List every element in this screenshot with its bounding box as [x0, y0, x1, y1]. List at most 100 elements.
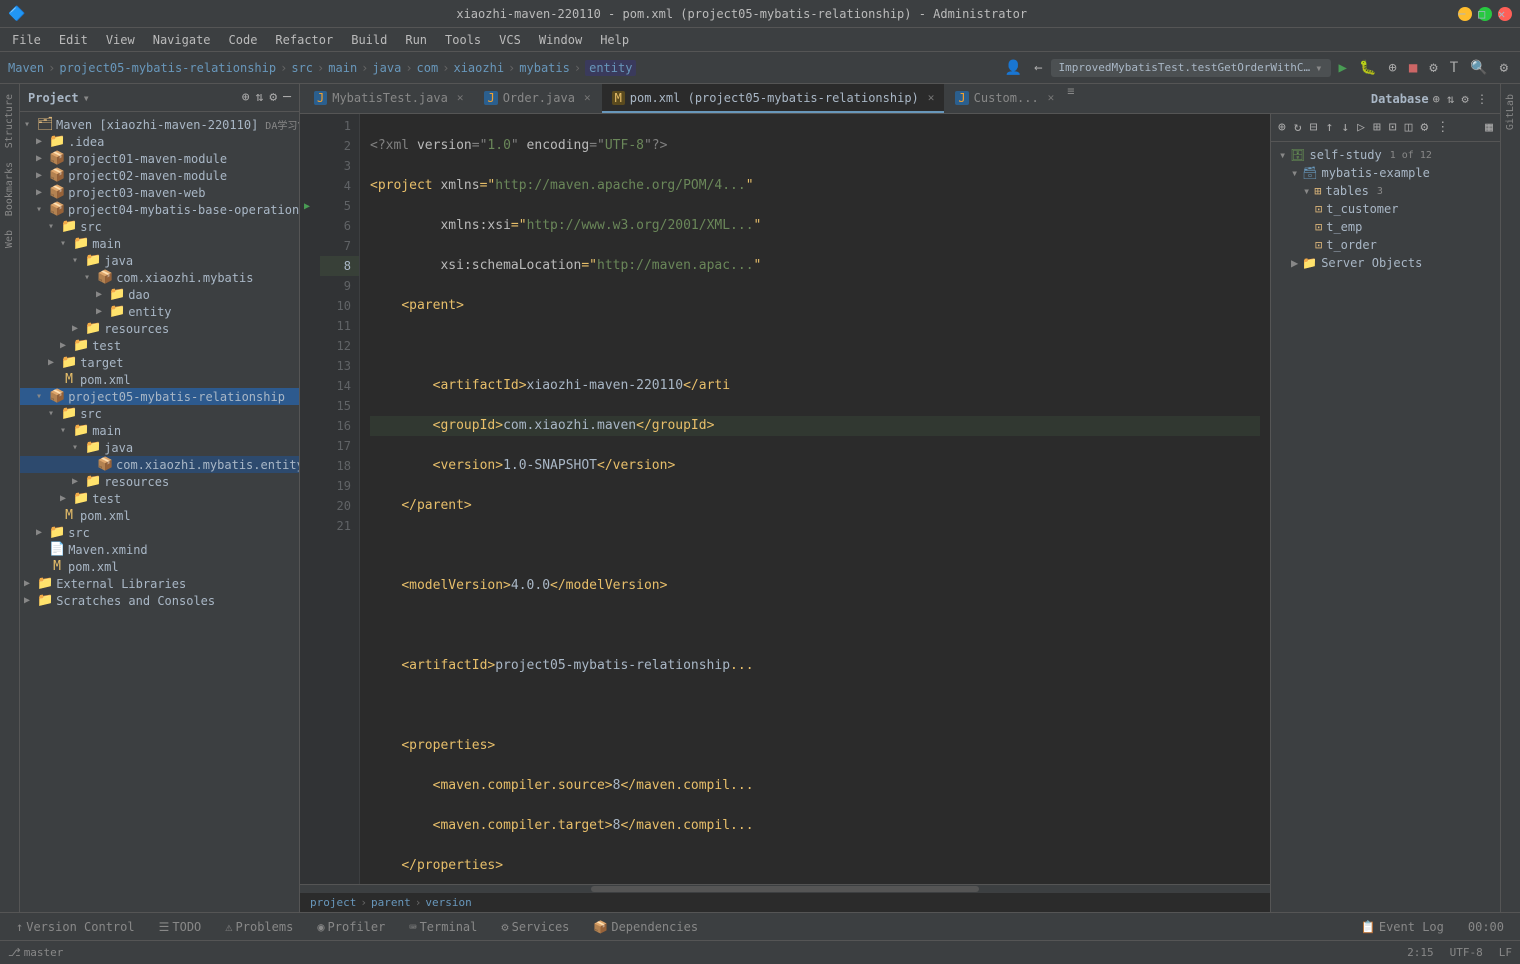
db-console-icon[interactable]: ▷ — [1354, 119, 1368, 136]
profile-icon[interactable]: 👤 — [1001, 58, 1026, 78]
menu-file[interactable]: File — [4, 31, 49, 49]
db-download-icon[interactable]: ↓ — [1338, 119, 1352, 136]
menu-build[interactable]: Build — [343, 31, 395, 49]
gitlab-tab[interactable]: GitLab — [1503, 88, 1518, 136]
eb-parent[interactable]: parent — [371, 896, 411, 909]
tree-src[interactable]: ▶ 📁 src — [20, 524, 299, 541]
tab-close-mybatis[interactable]: ✕ — [457, 91, 464, 104]
db-settings-icon[interactable]: ⚙ — [1417, 119, 1431, 136]
tree-project01[interactable]: ▶ 📦 project01-maven-module — [20, 150, 299, 167]
tab-custom[interactable]: J Custom... ✕ — [945, 84, 1064, 113]
db-tab-icons[interactable]: ⊕ ⇅ ⚙ ⋮ — [1433, 92, 1488, 106]
bottom-tab-todo[interactable]: ☰ TODO — [151, 918, 210, 936]
eb-project[interactable]: project — [310, 896, 356, 909]
menu-view[interactable]: View — [98, 31, 143, 49]
encoding-status[interactable]: UTF-8 — [1450, 946, 1483, 959]
tree-p04-pom[interactable]: ▶ M pom.xml — [20, 371, 299, 388]
bottom-tab-dependencies[interactable]: 📦 Dependencies — [585, 918, 706, 936]
bottom-tab-problems[interactable]: ⚠ Problems — [217, 918, 301, 936]
tab-order[interactable]: J Order.java ✕ — [474, 84, 600, 113]
bottom-tab-profiler[interactable]: ◉ Profiler — [309, 918, 393, 936]
db-filter-icon[interactable]: ⊟ — [1307, 119, 1321, 136]
window-controls[interactable]: ─ □ ✕ — [1458, 7, 1512, 21]
db-self-study[interactable]: ▾ 🗄 self-study 1 of 12 — [1271, 146, 1500, 164]
tree-p05-java[interactable]: ▾ 📁 java — [20, 439, 299, 456]
db-mybatis-example[interactable]: ▾ 🗃 mybatis-example — [1271, 164, 1500, 182]
tree-root-pom[interactable]: ▶ M pom.xml — [20, 558, 299, 575]
minimize-panel-icon[interactable]: ─ — [283, 90, 291, 105]
db-refresh-icon[interactable]: ↻ — [1291, 119, 1305, 136]
tree-p04-resources[interactable]: ▶ 📁 resources — [20, 320, 299, 337]
menu-window[interactable]: Window — [531, 31, 590, 49]
db-more-icon[interactable]: ⋮ — [1433, 119, 1452, 136]
editor-scrollbar[interactable] — [300, 884, 1270, 892]
git-status[interactable]: ⎇ master — [8, 946, 63, 959]
tree-project05[interactable]: ▾ 📦 project05-mybatis-relationship — [20, 388, 299, 405]
back-icon[interactable]: ← — [1030, 58, 1046, 78]
tabs-more-icon[interactable]: ≡ — [1067, 84, 1074, 113]
bc-maven[interactable]: Maven — [8, 61, 44, 75]
tree-p04-java[interactable]: ▾ 📁 java — [20, 252, 299, 269]
db-add-icon[interactable]: ⊕ — [1275, 119, 1289, 136]
tree-p04-entity[interactable]: ▶ 📁 entity — [20, 303, 299, 320]
bottom-tab-version-control[interactable]: ↑ Version Control — [8, 918, 143, 936]
tree-p04-dao[interactable]: ▶ 📁 dao — [20, 286, 299, 303]
code-area[interactable]: <?xml version="1.0" encoding="UTF-8"?> <… — [360, 114, 1270, 884]
run-config-selector[interactable]: ImprovedMybatisTest.testGetOrderWithCust… — [1051, 59, 1331, 77]
db-server-objects[interactable]: ▶ 📁 Server Objects — [1271, 254, 1500, 272]
tree-root[interactable]: ▾ 🗂 Maven [xiaozhi-maven-220110] DA学习\研究… — [20, 116, 299, 133]
menu-tools[interactable]: Tools — [437, 31, 489, 49]
close-button[interactable]: ✕ — [1498, 7, 1512, 21]
tree-p05-pom[interactable]: ▶ M pom.xml — [20, 507, 299, 524]
panel-settings-icon[interactable]: ⚙ — [269, 90, 277, 105]
bc-java[interactable]: java — [372, 61, 401, 75]
locate-icon[interactable]: ⊕ — [242, 90, 250, 105]
bookmarks-tab[interactable]: Bookmarks — [2, 156, 17, 222]
bc-mybatis[interactable]: mybatis — [519, 61, 570, 75]
tree-p04-src[interactable]: ▾ 📁 src — [20, 218, 299, 235]
tree-project02[interactable]: ▶ 📦 project02-maven-module — [20, 167, 299, 184]
db-table-icon[interactable]: ⊡ — [1386, 119, 1400, 136]
menu-refactor[interactable]: Refactor — [267, 31, 341, 49]
translate-icon[interactable]: T — [1446, 58, 1462, 78]
settings-icon[interactable]: ⚙ — [1425, 58, 1441, 78]
tree-p05-test[interactable]: ▶ 📁 test — [20, 490, 299, 507]
maximize-button[interactable]: □ — [1478, 7, 1492, 21]
bc-entity[interactable]: entity — [585, 60, 636, 76]
menu-run[interactable]: Run — [397, 31, 435, 49]
bc-src[interactable]: src — [291, 61, 313, 75]
menu-vcs[interactable]: VCS — [491, 31, 529, 49]
tab-close-order[interactable]: ✕ — [584, 91, 591, 104]
tree-idea[interactable]: ▶ 📁 .idea — [20, 133, 299, 150]
editor-scrollbar-thumb[interactable] — [591, 886, 979, 892]
line-sep-status[interactable]: LF — [1499, 946, 1512, 959]
bc-com[interactable]: com — [417, 61, 439, 75]
gear-icon2[interactable]: ⚙ — [1496, 58, 1512, 78]
tree-project04[interactable]: ▾ 📦 project04-mybatis-base-operation — [20, 201, 299, 218]
db-table-filter-icon[interactable]: ▦ — [1482, 119, 1496, 136]
tree-project03[interactable]: ▶ 📦 project03-maven-web — [20, 184, 299, 201]
run-button[interactable]: ▶ — [1335, 58, 1351, 78]
tree-external-libs[interactable]: ▶ 📁 External Libraries — [20, 575, 299, 592]
web-tab[interactable]: Web — [2, 224, 17, 254]
coverage-button[interactable]: ⊕ — [1384, 58, 1400, 78]
db-t-customer[interactable]: ⊡ t_customer — [1271, 200, 1500, 218]
bottom-tab-services[interactable]: ⚙ Services — [493, 918, 577, 936]
tree-p05-main[interactable]: ▾ 📁 main — [20, 422, 299, 439]
search-icon[interactable]: 🔍 — [1466, 58, 1491, 78]
db-tables[interactable]: ▾ ⊞ tables 3 — [1271, 182, 1500, 200]
menu-code[interactable]: Code — [221, 31, 266, 49]
tree-p05-entity-pkg[interactable]: ▶ 📦 com.xiaozhi.mybatis.entity — [20, 456, 299, 473]
tree-p04-pkg[interactable]: ▾ 📦 com.xiaozhi.mybatis — [20, 269, 299, 286]
db-t-order[interactable]: ⊡ t_order — [1271, 236, 1500, 254]
gutter-run-icon-5[interactable]: ▶ — [304, 201, 310, 212]
bottom-tab-event-log[interactable]: 📋 Event Log — [1353, 918, 1452, 936]
minimize-button[interactable]: ─ — [1458, 7, 1472, 21]
db-t-emp[interactable]: ⊡ t_emp — [1271, 218, 1500, 236]
stop-button[interactable]: ■ — [1405, 58, 1421, 78]
tree-p04-target[interactable]: ▶ 📁 target — [20, 354, 299, 371]
structure-tab[interactable]: Structure — [2, 88, 17, 154]
bc-xiaozhi[interactable]: xiaozhi — [453, 61, 504, 75]
tab-close-custom[interactable]: ✕ — [1048, 91, 1055, 104]
tab-mybatis-test[interactable]: J MybatisTest.java ✕ — [304, 84, 473, 113]
